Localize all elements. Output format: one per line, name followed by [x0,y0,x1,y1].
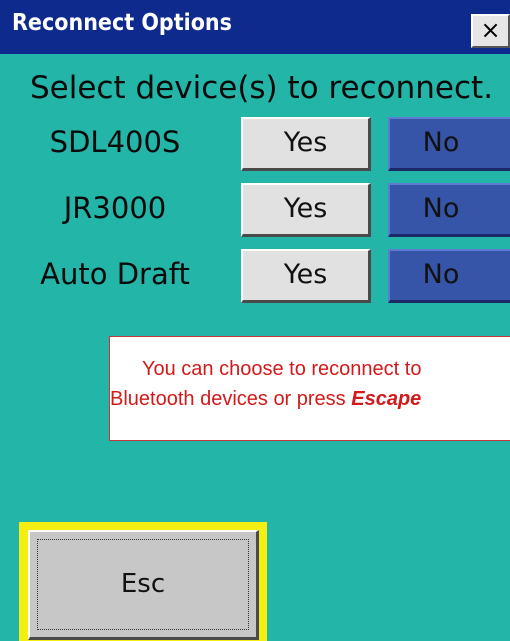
sdl400s-yes-button[interactable]: Yes [241,117,371,171]
close-button[interactable]: × [471,14,510,48]
info-message-escape-emphasis: Escape [351,388,422,410]
info-message-line-2-text: Bluetooth devices or press [110,388,352,410]
esc-button[interactable]: Esc [28,530,259,640]
device-label-sdl400s: SDL400S [49,125,181,159]
info-message-box: You can choose to reconnect to Bluetooth… [109,336,510,441]
instruction-heading: Select device(s) to reconnect. [30,70,494,106]
window-title: Reconnect Options [12,10,232,36]
info-message-line-2: Bluetooth devices or press Escape [110,388,510,411]
esc-button-label: Esc [120,569,166,599]
auto-draft-yes-button[interactable]: Yes [241,249,371,303]
device-label-auto-draft: Auto Draft [40,257,190,291]
auto-draft-no-button[interactable]: No [388,249,510,303]
jr3000-no-button[interactable]: No [388,183,510,237]
sdl400s-no-button[interactable]: No [388,117,510,171]
device-label-jr3000: JR3000 [63,191,167,225]
reconnect-options-window: Reconnect Options × Select device(s) to … [0,0,510,641]
close-icon: × [480,16,501,44]
title-bar: Reconnect Options × [0,0,510,54]
info-message-line-1: You can choose to reconnect to [142,358,422,380]
jr3000-yes-button[interactable]: Yes [241,183,371,237]
